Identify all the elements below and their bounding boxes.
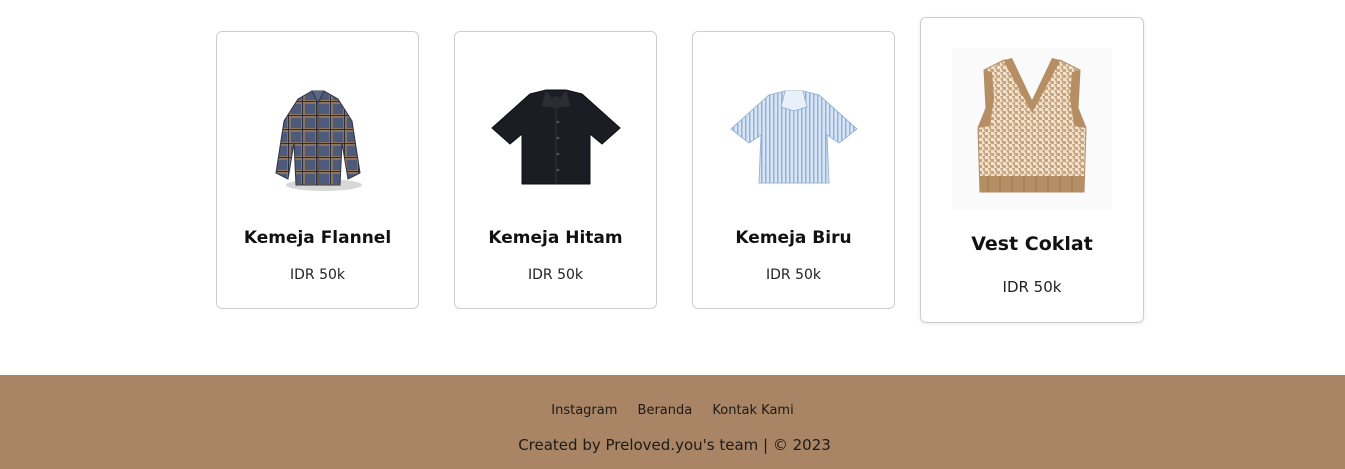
product-card-kemeja-flannel[interactable]: Kemeja Flannel IDR 50k: [216, 31, 419, 309]
footer-link-beranda[interactable]: Beranda: [638, 403, 693, 418]
black-shirt-image: [490, 89, 621, 185]
product-image-vest: [921, 48, 1143, 210]
product-card-vest-coklat[interactable]: Vest Coklat IDR 50k: [920, 17, 1144, 323]
product-price: IDR 50k: [289, 267, 345, 283]
plaid-shirt-image: [274, 90, 362, 191]
footer-link-instagram[interactable]: Instagram: [551, 403, 617, 418]
product-name: Kemeja Flannel: [243, 228, 392, 248]
product-card-kemeja-biru[interactable]: Kemeja Biru IDR 50k: [692, 31, 895, 309]
footer-nav: Instagram Beranda Kontak Kami: [0, 403, 1345, 418]
product-price: IDR 50k: [765, 267, 821, 283]
page: Kemeja Flannel IDR 50k Kemeja Hitam IDR …: [0, 0, 1345, 469]
blue-striped-shirt-image: [729, 90, 858, 184]
product-image-hitam: [455, 72, 656, 202]
product-price: IDR 50k: [527, 267, 583, 283]
knit-vest-image: [952, 48, 1112, 210]
footer: Instagram Beranda Kontak Kami Created by…: [0, 375, 1345, 469]
footer-credit: Created by Preloved.you's team | © 2023: [518, 436, 831, 454]
product-grid: Kemeja Flannel IDR 50k Kemeja Hitam IDR …: [0, 0, 1345, 375]
product-name: Kemeja Hitam: [488, 228, 623, 248]
product-name: Vest Coklat: [971, 233, 1093, 255]
product-price: IDR 50k: [1002, 278, 1062, 296]
footer-link-kontak-kami[interactable]: Kontak Kami: [712, 403, 793, 418]
product-image-flannel: [217, 72, 418, 202]
product-card-kemeja-hitam[interactable]: Kemeja Hitam IDR 50k: [454, 31, 657, 309]
product-name: Kemeja Biru: [735, 228, 852, 248]
product-image-biru: [693, 72, 894, 202]
